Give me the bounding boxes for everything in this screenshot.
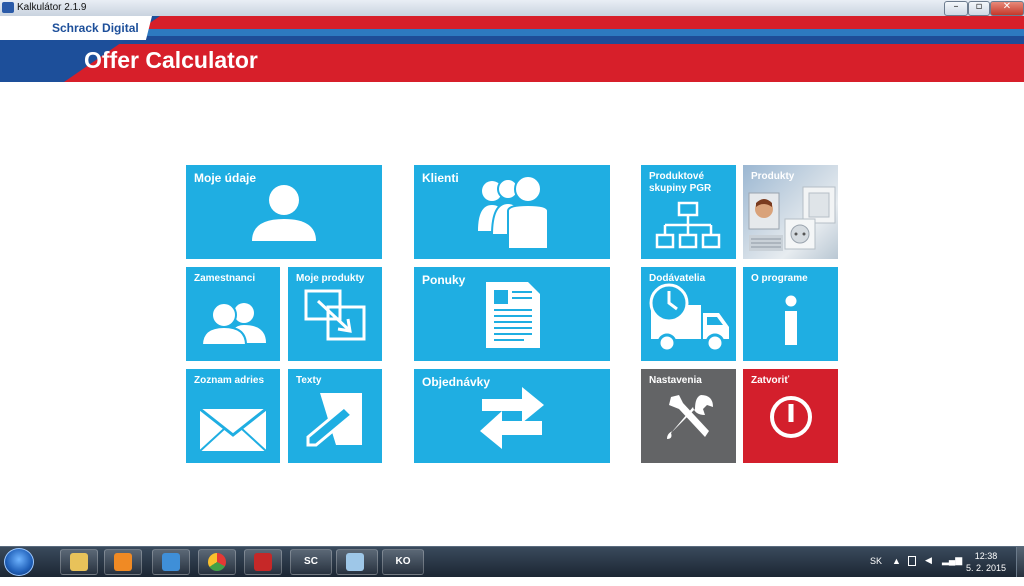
document-icon [486, 282, 540, 348]
delivery-truck-icon [649, 283, 729, 353]
window-title: Kalkulátor 2.1.9 [17, 2, 87, 13]
employees-icon [200, 302, 266, 345]
tile-produktove-skupiny[interactable]: Produktové skupiny PGR [641, 165, 736, 259]
battery-icon[interactable] [908, 556, 916, 566]
taskbar-app-folder[interactable] [60, 549, 98, 575]
tile-nastavenia[interactable]: Nastavenia [641, 369, 736, 463]
envelope-icon [199, 407, 267, 452]
clock-date: 5. 2. 2015 [965, 563, 1007, 573]
ko-icon: KO [395, 556, 411, 567]
edit-document-icon [306, 393, 362, 447]
taskbar-app-media[interactable] [104, 549, 142, 575]
show-desktop-button[interactable] [1016, 547, 1024, 577]
taskbar-app-notebook[interactable] [336, 549, 378, 575]
brand-label: Schrack Digital [52, 21, 139, 35]
tools-icon [667, 395, 713, 439]
taskbar-app-sc[interactable]: SC [290, 549, 332, 575]
tile-moje-udaje[interactable]: Moje údaje [186, 165, 382, 259]
language-indicator[interactable]: SK [870, 556, 882, 586]
window-titlebar: Kalkulátor 2.1.9 – ▫ ✕ [0, 0, 1024, 17]
clock-time: 12:38 [974, 551, 998, 561]
tile-zatvorit[interactable]: Zatvoriť [743, 369, 838, 463]
page-title: Offer Calculator [84, 47, 258, 73]
network-icon[interactable]: ▂▄▆ [942, 555, 962, 585]
tile-produkty[interactable]: Produkty [743, 165, 838, 259]
tile-dodavatelia[interactable]: Dodávatelia [641, 267, 736, 361]
tile-klienti[interactable]: Klienti [414, 165, 610, 259]
minimize-button[interactable]: – [944, 1, 968, 16]
folder-icon [70, 553, 88, 571]
windows-taskbar: SC KO SK ▲ ◀ ▂▄▆ 12:38 5. 2. 2015 [0, 546, 1024, 577]
autocad-icon [254, 553, 272, 571]
tile-objednavky[interactable]: Objednávky [414, 369, 610, 463]
taskbar-app-paint[interactable] [152, 549, 190, 575]
products-photo-icon [748, 186, 836, 251]
volume-icon[interactable]: ◀ [925, 555, 932, 585]
taskbar-app-ko[interactable]: KO [382, 549, 424, 575]
notebook-icon [346, 553, 364, 571]
tile-zoznam-adries[interactable]: Zoznam adries [186, 369, 280, 463]
show-hidden-icons-icon[interactable]: ▲ [892, 556, 901, 586]
person-icon [252, 185, 316, 241]
taskbar-app-autocad[interactable] [244, 549, 282, 575]
tile-o-programe[interactable]: O programe [743, 267, 838, 361]
taskbar-app-chrome[interactable] [198, 549, 236, 575]
tile-texty[interactable]: Texty [288, 369, 382, 463]
app-icon [2, 2, 14, 13]
sc-icon: SC [304, 556, 318, 567]
tile-zamestnanci[interactable]: Zamestnanci [186, 267, 280, 361]
close-button[interactable]: ✕ [990, 1, 1024, 16]
clients-icon [478, 175, 548, 250]
paint-icon [162, 553, 180, 571]
maximize-button[interactable]: ▫ [968, 1, 990, 16]
media-player-icon [114, 553, 132, 571]
app-header: Schrack Digital Offer Calculator [0, 16, 1024, 82]
tile-moje-produkty[interactable]: Moje produkty [288, 267, 382, 361]
info-icon [785, 295, 797, 345]
start-button[interactable] [4, 548, 34, 576]
tile-ponuky[interactable]: Ponuky [414, 267, 610, 361]
resize-icon [304, 289, 366, 341]
exchange-arrows-icon [480, 387, 544, 449]
chrome-icon [208, 553, 226, 571]
hierarchy-icon [655, 201, 721, 249]
power-icon [770, 396, 812, 438]
